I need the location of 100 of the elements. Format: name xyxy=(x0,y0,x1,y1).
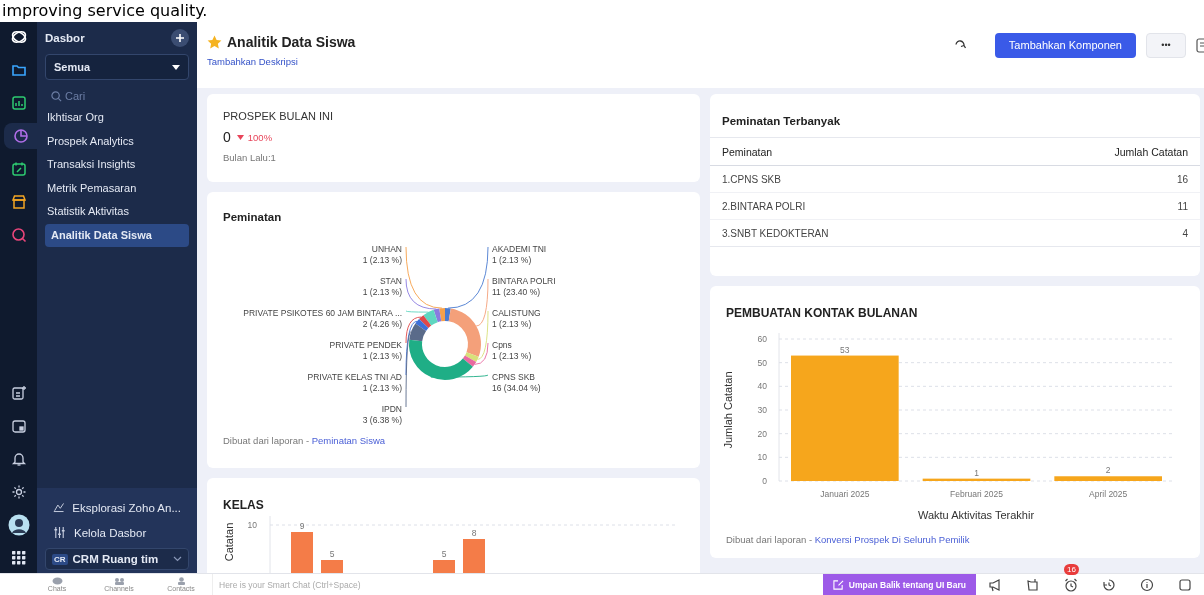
donut-slice[interactable] xyxy=(423,309,438,326)
bar-value-label: 2 xyxy=(1105,465,1111,476)
table-cell: 4 xyxy=(1182,228,1188,239)
bar-value-label: 1 xyxy=(974,467,979,478)
card-title: PEMBUATAN KONTAK BULANAN xyxy=(726,306,919,320)
sidebar-title: Dasbor xyxy=(45,32,85,44)
donut-slice[interactable] xyxy=(409,339,473,380)
add-component-button[interactable]: Tambahkan Komponen xyxy=(994,32,1136,58)
donut-slice[interactable] xyxy=(464,352,479,362)
feedback-button[interactable]: Umpan Balik tentang UI Baru xyxy=(822,574,976,595)
sidebar-item[interactable]: Transaksi Insights xyxy=(45,153,189,177)
donut-slice[interactable] xyxy=(433,308,442,323)
y-axis-title: Catatan xyxy=(223,522,235,562)
y-tick-label: 0 xyxy=(762,476,767,486)
sidebar-link[interactable]: Kelola Dasbor xyxy=(45,523,189,542)
slice-value: 2 (4.26 %) xyxy=(362,319,402,329)
donut-slice[interactable] xyxy=(419,315,432,329)
report-link[interactable]: Konversi Prospek Di Seluruh Pemilik xyxy=(814,534,970,545)
sidebar-item[interactable]: Prospek Analytics xyxy=(45,129,189,153)
slice-value: 3 (6.38 %) xyxy=(362,415,402,425)
column-header[interactable]: Peminatan xyxy=(722,146,773,158)
x-tick-label: Februari 2025 xyxy=(950,489,1003,499)
notification-badge: 16 xyxy=(1064,563,1079,575)
previous-value: Bulan Lalu:1 xyxy=(223,152,277,163)
kpi-value: 0 xyxy=(223,129,231,145)
slice-value: 1 (2.13 %) xyxy=(492,255,532,265)
sidebar-item[interactable]: Ikhtisar Org xyxy=(45,106,189,130)
caret-icon xyxy=(172,64,180,70)
source-text: Dibuat dari laporan - xyxy=(223,435,310,446)
add-icon[interactable] xyxy=(171,29,189,47)
sidebar-item[interactable]: Metrik Pemasaran xyxy=(45,176,189,200)
donut-slice[interactable] xyxy=(415,319,429,331)
table-cell: 2.BINTARA POLRI xyxy=(722,201,806,212)
workspace-dropdown[interactable]: CR CRM Ruang tim xyxy=(45,548,189,570)
megaphone-icon[interactable] xyxy=(988,577,1002,592)
y-axis-title: Jumlah Catatan xyxy=(722,371,734,449)
slice-label: CALISTUNG xyxy=(492,308,541,318)
y-tick-label: 10 xyxy=(247,520,257,530)
table-cell: 1.CPNS SKB xyxy=(722,174,781,185)
slice-label: UNHAN xyxy=(371,244,402,254)
history-icon[interactable] xyxy=(1102,577,1116,592)
sidebar-item[interactable]: Statistik Aktivitas xyxy=(45,200,189,224)
card-title: Peminatan Terbanyak xyxy=(710,115,1200,138)
donut-slice[interactable] xyxy=(409,323,427,342)
report-link[interactable]: Peminatan Siswa xyxy=(311,435,386,446)
table-cell: 11 xyxy=(1177,201,1188,212)
chevron-icon xyxy=(173,556,182,562)
slice-label: PRIVATE PENDEK xyxy=(329,340,402,350)
donut-slice[interactable] xyxy=(462,355,477,367)
caption-text: improving service quality. xyxy=(1,0,208,22)
bar-value-label: 5 xyxy=(441,549,447,559)
slice-label: IPDN xyxy=(381,404,402,414)
sidebar-item[interactable]: Analitik Data Siswa xyxy=(45,223,189,247)
change-value: 100% xyxy=(247,131,273,143)
column-header[interactable]: Jumlah Catatan xyxy=(1114,146,1188,158)
y-tick-label: 60 xyxy=(757,334,767,344)
info-icon[interactable] xyxy=(1140,577,1154,592)
slice-label: BINTARA POLRI xyxy=(492,276,556,286)
slice-label: PRIVATE KELAS TNI AD xyxy=(307,372,402,382)
source-text: Dibuat dari laporan - xyxy=(726,534,813,545)
y-tick-label: 30 xyxy=(757,405,767,415)
chat-bubble-icon[interactable] xyxy=(51,576,63,585)
slice-value: 11 (23.40 %) xyxy=(492,287,541,297)
donut-slice[interactable] xyxy=(439,308,445,322)
page-title: Analitik Data Siswa xyxy=(227,33,356,50)
add-description-link[interactable]: Tambahkan Deskripsi xyxy=(207,55,356,67)
search-field[interactable]: Cari xyxy=(65,90,165,102)
slice-value: 1 (2.13 %) xyxy=(492,351,532,361)
bar-value-label: 53 xyxy=(840,344,850,355)
x-tick-label: Januari 2025 xyxy=(820,489,870,499)
slice-value: 16 (34.04 %) xyxy=(492,383,541,393)
sidebar-link[interactable]: Eksplorasi Zoho An... xyxy=(45,498,189,517)
people-icon[interactable] xyxy=(113,576,125,585)
search-icon xyxy=(51,90,62,102)
slice-label: PRIVATE PSIKOTES 60 JAM BINTARA ... xyxy=(243,308,402,318)
donut-slice[interactable] xyxy=(445,308,451,322)
slice-value: 1 (2.13 %) xyxy=(492,319,532,329)
alarm-icon[interactable] xyxy=(1064,577,1078,592)
card-title: PROSPEK BULAN INI xyxy=(223,110,335,122)
document-icon[interactable] xyxy=(1196,37,1204,53)
filter-dropdown[interactable]: Semua xyxy=(45,54,189,80)
table-cell: 3.SNBT KEDOKTERAN xyxy=(722,228,829,239)
slice-value: 1 (2.13 %) xyxy=(362,351,402,361)
more-button[interactable]: ••• xyxy=(1146,32,1186,58)
sliders-icon xyxy=(53,526,66,539)
chart-icon xyxy=(53,501,65,514)
slice-value: 1 (2.13 %) xyxy=(362,383,402,393)
card-title: KELAS xyxy=(223,498,265,512)
panel-icon[interactable] xyxy=(1178,577,1192,592)
x-tick-label: April 2025 xyxy=(1089,489,1128,499)
star-icon[interactable] xyxy=(207,34,222,49)
pie-icon[interactable] xyxy=(3,123,38,149)
y-tick-label: 40 xyxy=(757,381,767,392)
y-tick-label: 10 xyxy=(757,452,767,463)
card-title: Peminatan xyxy=(223,211,283,223)
slice-label: AKADEMI TNI xyxy=(492,244,547,254)
person-icon[interactable] xyxy=(175,576,187,585)
slice-value: 1 (2.13 %) xyxy=(362,255,402,265)
edit-icon xyxy=(832,579,844,590)
slice-label: Cpns xyxy=(492,340,512,350)
